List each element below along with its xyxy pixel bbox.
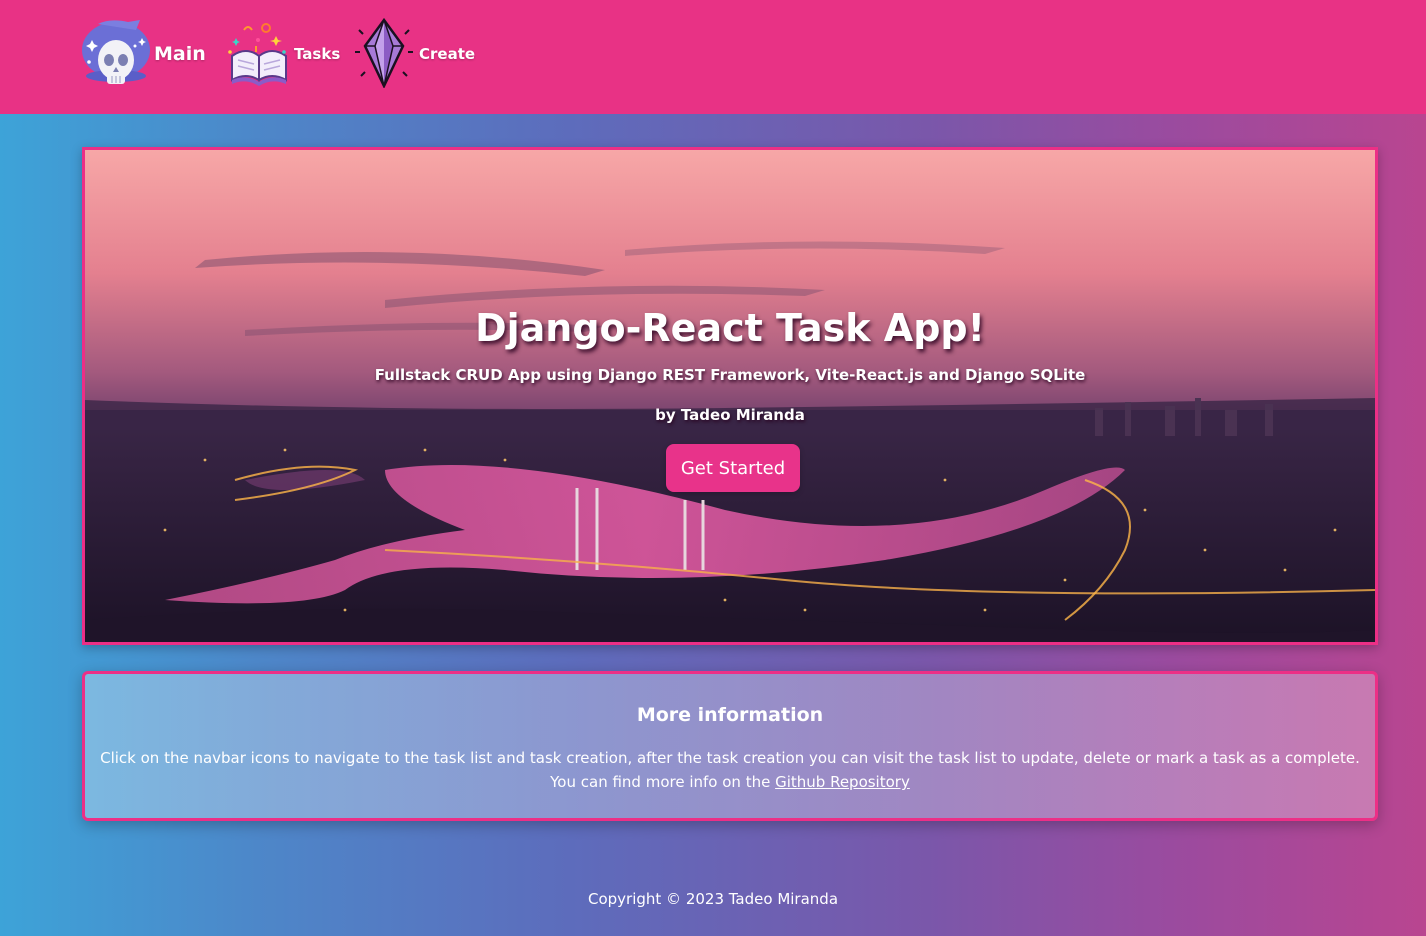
- get-started-button[interactable]: Get Started: [666, 444, 800, 492]
- github-repository-link[interactable]: Github Repository: [775, 773, 910, 791]
- hero-subtitle: Fullstack CRUD App using Django REST Fra…: [374, 366, 1086, 384]
- magic-book-icon: [226, 16, 292, 92]
- info-title: More information: [636, 704, 824, 726]
- nav-label-main: Main: [154, 43, 206, 65]
- nav-label-create: Create: [419, 45, 476, 63]
- info-text: Click on the navbar icons to navigate to…: [85, 746, 1375, 794]
- hero-banner: Django-React Task App! Fullstack CRUD Ap…: [82, 147, 1378, 645]
- crystal-icon: [351, 16, 417, 92]
- hero-author: by Tadeo Miranda: [655, 406, 805, 424]
- hero-content: Django-React Task App! Fullstack CRUD Ap…: [85, 150, 1375, 642]
- info-line-1: Click on the navbar icons to navigate to…: [100, 749, 1360, 767]
- skull-icon: [80, 16, 152, 92]
- footer-copyright: Copyright © 2023 Tadeo Miranda: [587, 890, 839, 908]
- nav-label-tasks: Tasks: [294, 45, 341, 63]
- hero-title: Django-React Task App!: [475, 306, 985, 350]
- nav-item-main[interactable]: Main: [80, 18, 206, 90]
- nav-item-create[interactable]: Create: [351, 16, 476, 92]
- more-information-card: More information Click on the navbar ico…: [82, 671, 1378, 821]
- nav-item-tasks[interactable]: Tasks: [226, 18, 340, 90]
- info-line-2-prefix: You can find more info on the: [550, 773, 776, 791]
- navbar: Main Tasks Create: [0, 0, 1426, 114]
